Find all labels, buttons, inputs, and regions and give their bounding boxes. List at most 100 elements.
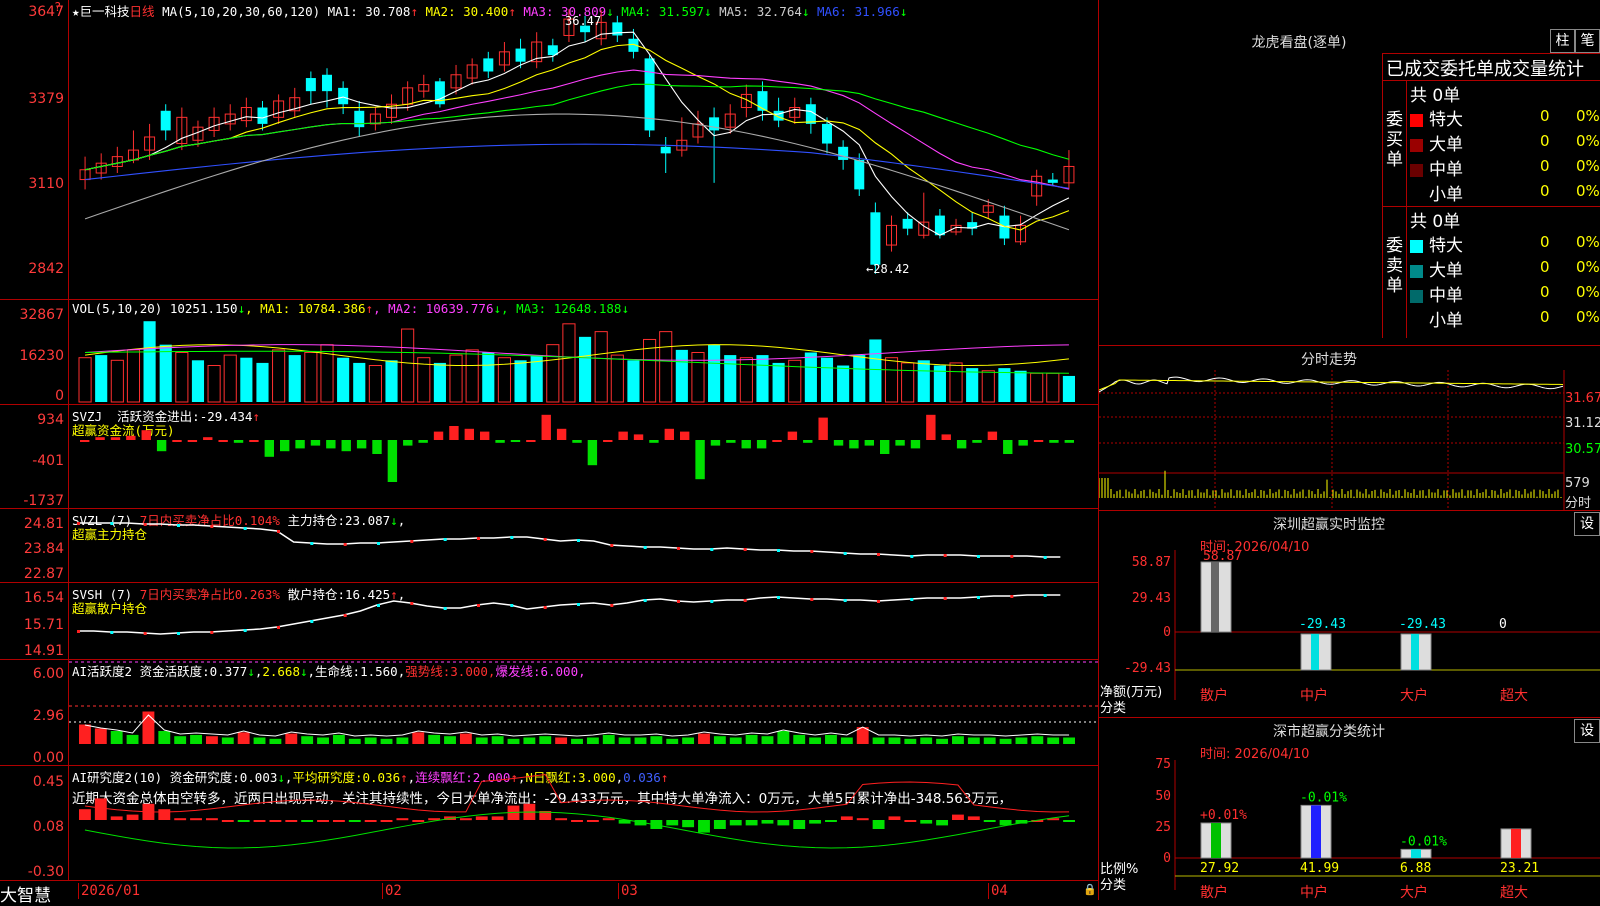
research-bar (555, 818, 568, 821)
question-icon[interactable]: ? (54, 0, 61, 14)
activity-bar (412, 732, 425, 744)
holding-dot (210, 631, 214, 634)
class-tick: 0 (1163, 851, 1171, 866)
main-holding-chart[interactable] (69, 509, 1098, 582)
bar-view-button[interactable]: 柱 (1550, 29, 1575, 53)
intraday-chart[interactable] (1099, 370, 1600, 510)
activity-bar (952, 736, 964, 744)
holding-dot (743, 548, 747, 551)
research-bar (983, 820, 996, 822)
y-tick: 23.84 (23, 541, 64, 557)
y-tick: 0.45 (32, 774, 64, 790)
candle-body (660, 146, 671, 154)
retail-holding-chart[interactable] (69, 583, 1098, 659)
volume-bar (884, 357, 899, 403)
candle-body (483, 58, 494, 72)
lock-icon[interactable]: 🔒 (1083, 883, 1097, 896)
monitor-bar (1300, 633, 1332, 671)
order-name: 小单 (1429, 311, 1463, 331)
lhb-title: 龙虎看盘(逐单) (1251, 35, 1347, 51)
activity-bar (142, 711, 155, 744)
order-row: 大单 (1410, 130, 1463, 155)
flow-bar (280, 440, 290, 452)
volume-bar (659, 331, 673, 403)
research-bar (475, 816, 488, 820)
holding-dot (343, 543, 347, 546)
volume-bar (724, 355, 737, 402)
holding-dot (977, 596, 980, 599)
app-logo[interactable]: 大智慧 (0, 881, 51, 906)
order-swatch (1410, 164, 1423, 177)
candle-body (1047, 179, 1058, 183)
class-chart[interactable]: 75 50 25 0 +0.01% 27.92 散户 -0.01% 41.99 中户 -0.01% 6… (1099, 740, 1600, 900)
research-bar (79, 809, 91, 820)
order-count: 0 (1540, 107, 1550, 125)
research-chart[interactable] (69, 766, 1098, 880)
flow-bar (372, 440, 382, 454)
category-label: 大户 (1400, 687, 1428, 704)
candle-body (354, 110, 365, 128)
category-label: 散户 (1200, 884, 1228, 900)
candle-body (902, 218, 913, 229)
volume-bar (998, 368, 1011, 402)
flow-bar (833, 440, 844, 446)
bar-value: -29.43 (1399, 617, 1446, 632)
research-bar (745, 820, 758, 826)
flow-bar (633, 434, 644, 440)
activity-bar (507, 738, 520, 744)
holding-dot (743, 599, 747, 602)
y-tick: -401 (32, 453, 64, 469)
activity-bar (825, 734, 837, 744)
order-title: 已成交委托单成交量统计 (1386, 59, 1584, 80)
volume-bar (126, 349, 141, 403)
holding-dot (510, 604, 514, 607)
order-row: 大单 (1410, 256, 1463, 281)
monitor-tick: 58.87 (1132, 555, 1171, 570)
intraday-tick: 31.12 (1565, 416, 1600, 431)
volume-chart[interactable] (69, 300, 1098, 404)
y-tick: 3110 (28, 176, 64, 192)
holding-dot (110, 522, 114, 525)
volume-bar (240, 357, 253, 402)
order-pct: 0% (1576, 258, 1600, 276)
y-tick: 14.91 (23, 643, 64, 659)
volume-bar (95, 355, 108, 402)
volume-bar (772, 362, 785, 402)
volume-bar (981, 370, 995, 403)
activity-bar (666, 738, 679, 744)
monitor-chart[interactable]: 58.87 29.43 0 -29.43 58.87 散户 -29.43 中户 -29.43 大户… (1099, 530, 1600, 720)
order-name: 小单 (1429, 185, 1463, 205)
research-bar (205, 818, 218, 821)
volume-bar (1014, 370, 1027, 402)
volume-bar (207, 365, 221, 403)
order-count: 0 (1540, 132, 1550, 150)
activity-bar (79, 724, 91, 744)
holding-dot (710, 548, 714, 551)
holding-dot (643, 546, 647, 549)
ma-line (84, 83, 1070, 171)
flow-bar (233, 440, 244, 443)
flow-bar (449, 426, 459, 440)
bar-stripe (1411, 634, 1419, 670)
activity-bar (602, 734, 615, 744)
bar-stripe (1511, 828, 1521, 858)
activity-bar (459, 733, 472, 744)
y-tick: 16.54 (23, 590, 64, 606)
candle-body (338, 87, 349, 105)
tick-view-button[interactable]: 笔 (1575, 29, 1600, 53)
activity-bar (967, 737, 980, 744)
intraday-title: 分时走势 (1301, 352, 1357, 368)
monitor-bar (1200, 561, 1232, 633)
divider (1099, 717, 1600, 718)
flow-bar (464, 428, 474, 440)
activity-bar (618, 737, 631, 744)
holding-dot (177, 524, 180, 527)
class-bar (1200, 822, 1232, 859)
candlestick-chart[interactable] (69, 0, 1098, 299)
research-bar (856, 818, 869, 821)
activity-chart[interactable] (69, 660, 1098, 765)
x-label: 03 (618, 883, 638, 899)
research-bar (269, 820, 282, 822)
money-flow-chart[interactable] (69, 405, 1098, 508)
order-count: 0 (1540, 283, 1550, 301)
